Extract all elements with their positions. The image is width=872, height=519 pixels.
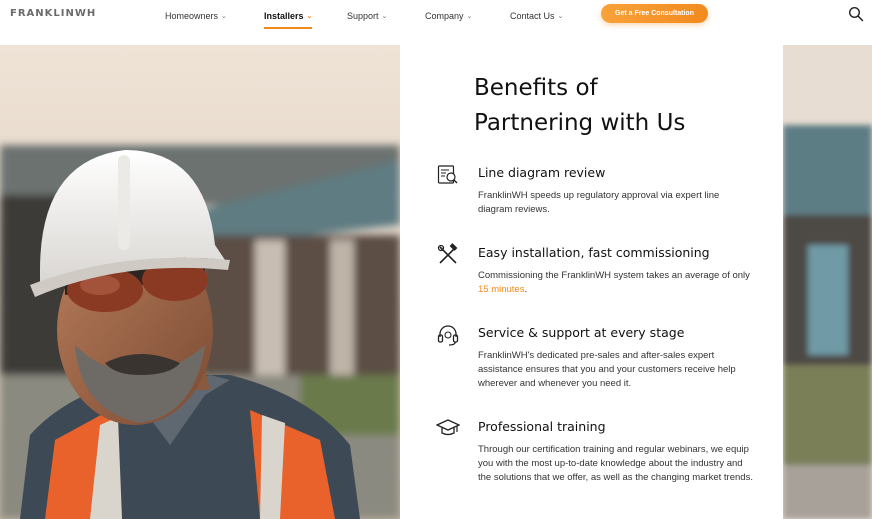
blueprint-icon — [437, 165, 458, 184]
section-heading: Benefits of Partnering with Us — [474, 71, 774, 141]
chevron-down-icon: ⌄ — [306, 13, 313, 20]
nav-item-company[interactable]: Company ⌄ — [425, 8, 472, 24]
heading-line-2: Partnering with Us — [474, 110, 686, 136]
nav-item-label: Contact Us — [510, 11, 555, 21]
free-consultation-button[interactable]: Get a Free Consultation — [601, 4, 708, 23]
benefit-title: Service & support at every stage — [478, 325, 685, 340]
installer-photo — [0, 45, 400, 519]
benefit-description: FranklinWH speeds up regulatory approval… — [478, 190, 720, 215]
chevron-down-icon: ⌄ — [557, 13, 564, 20]
nav-item-label: Installers — [264, 11, 304, 21]
graduation-cap-icon — [436, 419, 460, 436]
desc-text: Commissioning the FranklinWH system take… — [478, 270, 750, 281]
benefit-description: Through our certification training and r… — [478, 444, 753, 483]
nav-item-homeowners[interactable]: Homeowners ⌄ — [165, 8, 227, 24]
building-photo — [783, 45, 872, 519]
chevron-down-icon: ⌄ — [466, 13, 473, 20]
nav-item-support[interactable]: Support ⌄ — [347, 8, 387, 24]
top-nav: FRANKLINWH Homeowners ⌄ Installers ⌄ Suppo… — [0, 0, 872, 30]
benefits-panel: Benefits of Partnering with Us Line diag… — [400, 45, 783, 519]
desc-suffix: . — [524, 284, 528, 295]
benefit-title: Line diagram review — [478, 165, 606, 180]
chevron-down-icon: ⌄ — [381, 13, 388, 20]
nav-item-label: Company — [425, 11, 464, 21]
nav-item-contact[interactable]: Contact Us ⌄ — [510, 8, 563, 24]
heading-line-1: Benefits of — [474, 75, 598, 101]
tools-icon — [437, 243, 458, 264]
benefit-description: Commissioning the FranklinWH system take… — [478, 269, 753, 297]
benefit-description: FranklinWH's dedicated pre-sales and aft… — [478, 350, 736, 389]
benefit-title: Professional training — [478, 419, 606, 434]
nav-item-label: Homeowners — [165, 11, 219, 21]
headset-icon — [437, 325, 459, 346]
benefit-title: Easy installation, fast commissioning — [478, 245, 710, 260]
search-icon[interactable] — [848, 6, 864, 22]
nav-item-installers[interactable]: Installers ⌄ — [264, 8, 313, 29]
highlight-duration: 15 minutes — [478, 284, 525, 295]
nav-item-label: Support — [347, 11, 379, 21]
chevron-down-icon: ⌄ — [221, 13, 227, 20]
brand-logo[interactable]: FRANKLINWH — [10, 8, 96, 19]
